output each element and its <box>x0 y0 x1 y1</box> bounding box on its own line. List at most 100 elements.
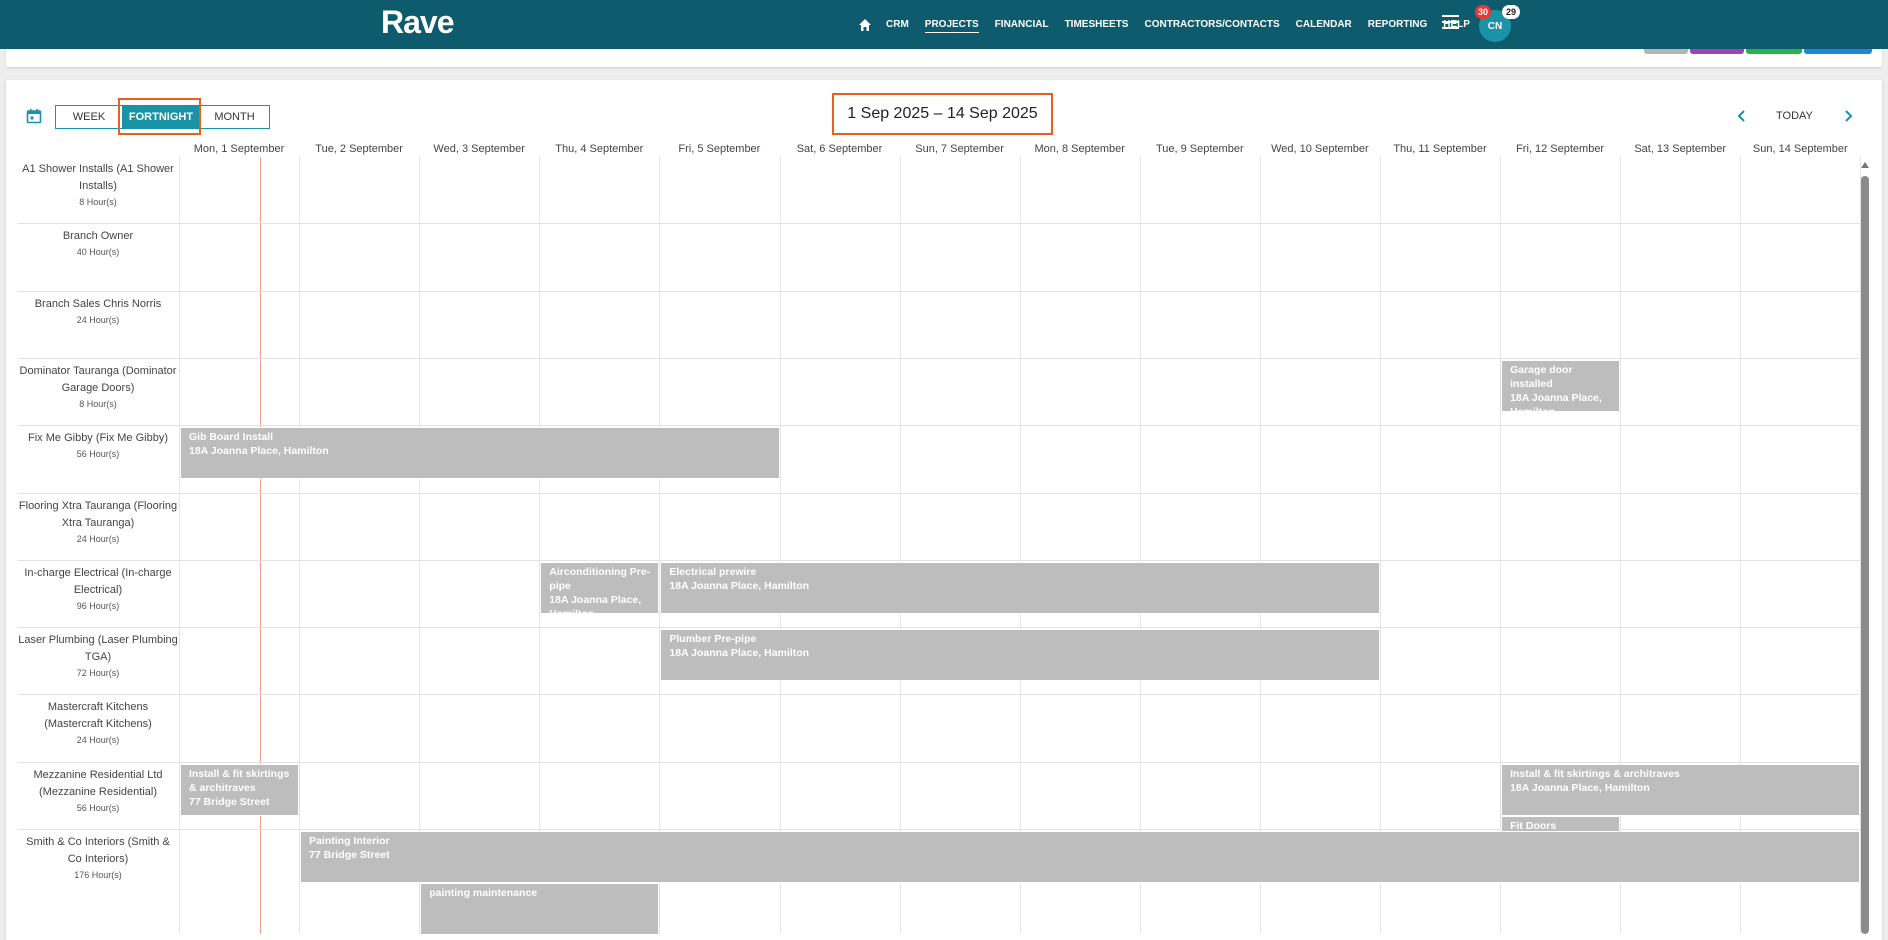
resource-label: Laser Plumbing (Laser Plumbing TGA) 72 Ho… <box>18 632 178 680</box>
resource-hours: 176 Hour(s) <box>74 870 122 880</box>
event-address: 18A Joanna Place, Hamilton <box>669 579 810 592</box>
day-header: Mon, 8 September <box>1034 143 1125 155</box>
event-title: Painting Interior <box>309 835 390 847</box>
day-header: Mon, 1 September <box>193 143 285 155</box>
event-title: Gib Board Install <box>189 431 274 444</box>
day-header: Sun, 14 September <box>1752 143 1848 155</box>
event-address: 18A Joanna Place, Hamilton <box>669 647 810 660</box>
day-column-divider <box>1019 157 1021 934</box>
day-header: Tue, 2 September <box>315 143 403 155</box>
resource-row-divider <box>18 357 1860 359</box>
resource-label: Branch Owner 40 Hour(s) <box>18 228 178 259</box>
event-address: 18A Joanna Place, Hamilton <box>189 445 329 458</box>
resource-name: Flooring Xtra Tauranga (Flooring Xtra Ta… <box>18 499 178 529</box>
calendar-event[interactable]: painting maintenance <box>420 883 660 935</box>
resource-row-divider <box>18 694 1860 696</box>
day-column-divider <box>179 157 180 934</box>
resource-label: Flooring Xtra Tauranga (Flooring Xtra Ta… <box>18 498 178 546</box>
day-header: Sat, 13 September <box>1634 143 1727 155</box>
day-column-divider <box>1380 157 1381 934</box>
day-column-divider <box>1139 157 1141 934</box>
event-title: Garage door installed <box>1510 363 1573 390</box>
resource-hours: 56 Hour(s) <box>76 802 120 813</box>
resource-hours: 56 Hour(s) <box>76 449 120 460</box>
event-title: Install & fit skirtings & architraves <box>189 767 290 794</box>
day-column-divider <box>899 157 901 934</box>
vertical-scrollbar[interactable] <box>1860 160 1869 934</box>
resource-hours: 96 Hour(s) <box>76 600 120 611</box>
resource-label: Mezzanine Residential Ltd (Mezzanine Res… <box>18 767 178 815</box>
calendar-event[interactable]: Garage door installed 18A Joanna Place, H… <box>1501 359 1621 412</box>
resource-row-divider <box>18 492 1860 494</box>
resource-label: Branch Sales Chris Norris 24 Hour(s) <box>18 296 178 327</box>
resource-name: A1 Shower Installs (A1 Shower Installs) <box>22 163 174 192</box>
day-column-divider <box>1259 157 1261 934</box>
resource-name: In-charge Electrical (In-charge Electric… <box>24 566 172 596</box>
event-title: Airconditioning Pre-pipe <box>549 565 651 592</box>
resource-name: Branch Sales Chris Norris <box>34 297 162 310</box>
resource-label: A1 Shower Installs (A1 Shower Installs) 8… <box>18 161 178 209</box>
scrollbar-thumb[interactable] <box>1861 176 1869 934</box>
day-column-divider <box>1740 157 1742 934</box>
day-header: Sun, 7 September <box>915 143 1004 155</box>
resource-label: In-charge Electrical (In-charge Electric… <box>18 565 178 613</box>
day-column-divider <box>1620 157 1622 934</box>
resource-hours: 24 Hour(s) <box>76 314 120 325</box>
calendar-event[interactable]: Plumber Pre-pipe 18A Joanna Place, Hamilt… <box>660 629 1380 682</box>
day-column-divider <box>659 157 661 934</box>
event-address: 77 Bridge Street <box>189 795 270 808</box>
resource-name: Dominator Tauranga (Dominator Garage Doo… <box>19 364 177 394</box>
day-column-divider <box>419 157 421 934</box>
event-title: Plumber Pre-pipe <box>669 633 757 646</box>
resource-hours: 72 Hour(s) <box>76 668 120 679</box>
resource-row-divider <box>18 559 1860 561</box>
resource-label: Mastercraft Kitchens (Mastercraft Kitche… <box>18 699 178 747</box>
scroll-up-icon[interactable] <box>1861 162 1869 168</box>
scheduler-grid: Mon, 1 September Tue, 2 September Wed, 3 S… <box>0 0 1888 935</box>
resource-row-divider <box>18 290 1860 292</box>
resource-label: Dominator Tauranga (Dominator Garage Doo… <box>18 363 178 411</box>
day-header: Fri, 12 September <box>1516 143 1605 155</box>
resource-row-divider <box>18 761 1860 763</box>
current-time-indicator <box>260 157 261 934</box>
resource-name: Fix Me Gibby (Fix Me Gibby) <box>28 432 168 445</box>
day-header: Thu, 4 September <box>555 143 644 155</box>
resource-hours: 8 Hour(s) <box>79 398 117 409</box>
calendar-event[interactable]: Install & fit skirtings & architraves 77 … <box>180 763 300 816</box>
resource-name: Smith & Co Interiors (Smith & Co Interio… <box>26 836 170 865</box>
resource-name: Mastercraft Kitchens (Mastercraft Kitche… <box>44 701 152 731</box>
day-header: Thu, 11 September <box>1393 143 1487 155</box>
event-address: 18A Joanna Place, Hamilton <box>1510 391 1602 412</box>
resource-name: Branch Owner <box>62 230 134 243</box>
day-header: Tue, 9 September <box>1155 143 1244 155</box>
resource-hours: 24 Hour(s) <box>76 533 120 544</box>
calendar-event[interactable]: Gib Board Install 18A Joanna Place, Hamil… <box>180 427 780 480</box>
day-header: Wed, 3 September <box>433 143 525 155</box>
day-header: Wed, 10 September <box>1271 143 1369 155</box>
resource-label: Smith & Co Interiors (Smith & Co Interio… <box>18 834 178 882</box>
calendar-event[interactable]: Painting Interior 77 Bridge Street <box>300 831 1861 883</box>
calendar-event[interactable]: Airconditioning Pre-pipe 18A Joanna Place… <box>540 561 660 614</box>
resource-row-divider <box>18 425 1860 427</box>
resource-name: Mezzanine Residential Ltd (Mezzanine Res… <box>33 768 163 798</box>
resource-row-divider <box>18 223 1860 225</box>
event-address: 18A Joanna Place, Hamilton <box>549 593 642 614</box>
event-address: 77 Bridge Street <box>309 849 390 861</box>
day-column-divider <box>539 157 541 934</box>
calendar-event[interactable]: Electrical prewire 18A Joanna Place, Hami… <box>660 561 1380 614</box>
resource-name: Laser Plumbing (Laser Plumbing TGA) <box>18 634 178 664</box>
day-header: Fri, 5 September <box>678 143 761 155</box>
resource-hours: 8 Hour(s) <box>79 197 117 207</box>
resource-row-divider <box>18 627 1860 629</box>
resource-label: Fix Me Gibby (Fix Me Gibby) 56 Hour(s) <box>18 430 178 461</box>
day-header: Sat, 6 September <box>796 143 883 155</box>
resource-hours: 40 Hour(s) <box>76 247 120 258</box>
resource-hours: 24 Hour(s) <box>76 735 120 746</box>
event-title: Electrical prewire <box>669 565 757 578</box>
day-column-divider <box>779 157 781 934</box>
day-column-divider <box>299 157 301 934</box>
event-title: Install & fit skirtings & architraves <box>1510 767 1680 780</box>
calendar-event[interactable]: Install & fit skirtings & architraves 18A… <box>1501 763 1861 816</box>
event-title: painting maintenance <box>429 887 538 899</box>
event-address: 18A Joanna Place, Hamilton <box>1510 781 1650 794</box>
